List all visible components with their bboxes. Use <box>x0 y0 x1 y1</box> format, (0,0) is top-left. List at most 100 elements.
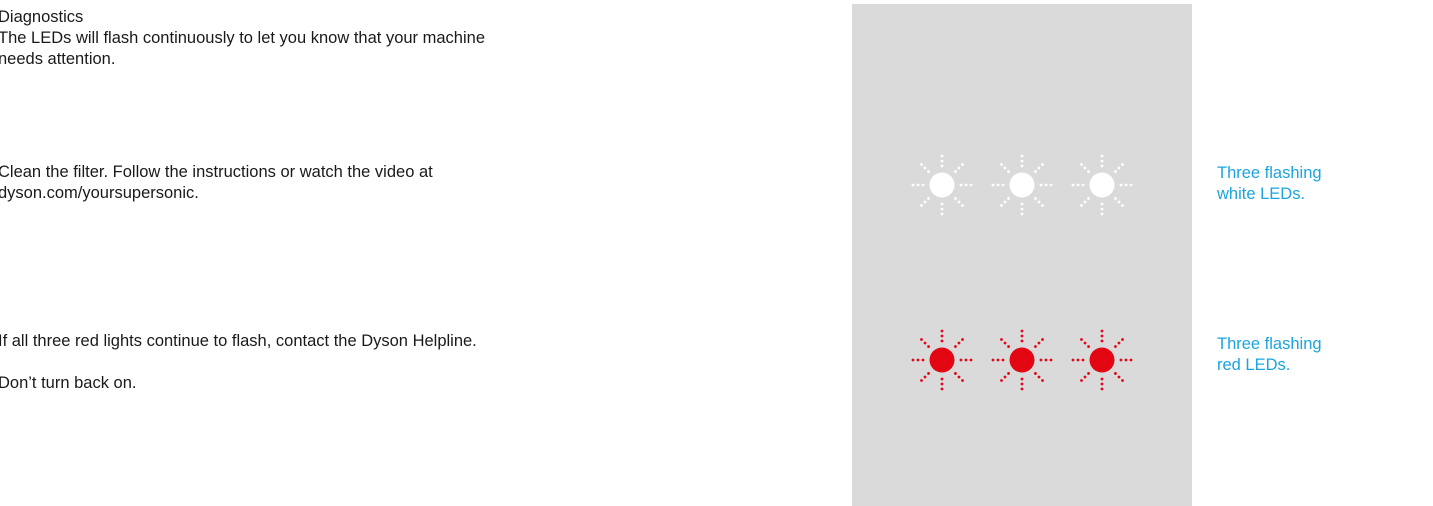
led-ray-dot <box>940 154 944 158</box>
led-ray-dot <box>964 183 968 187</box>
warning-text: Don’t turn back on. <box>0 374 137 392</box>
diagnostics-intro: The LEDs will flash continuously to let … <box>0 29 485 68</box>
led-ray-dot <box>923 200 927 204</box>
led-ray-dot <box>1124 358 1128 362</box>
led-ray-dot <box>1087 345 1090 348</box>
led-3 <box>1071 329 1133 391</box>
led-ray-dot <box>1020 382 1024 386</box>
led-ray-dot <box>1034 197 1037 200</box>
led-ray-dot <box>1041 338 1044 341</box>
led-ray-dot <box>961 338 964 341</box>
led-ray-dot <box>957 341 961 345</box>
led-ray-dot <box>991 358 995 362</box>
led-ray-dot <box>940 207 944 211</box>
led-ray-dot <box>954 345 957 348</box>
red-leds-illustration <box>911 329 1133 391</box>
led-ray-dot <box>1121 379 1124 382</box>
white-leds-illustration <box>911 154 1133 216</box>
led-ray-dot <box>957 375 961 379</box>
led-ray-dot <box>1020 207 1024 211</box>
led-ray-dot <box>1071 183 1075 187</box>
led-ray-dot <box>1001 183 1005 187</box>
led-ray-dot <box>1087 170 1090 173</box>
led-ray-dot <box>959 183 963 187</box>
led-ray-dot <box>1037 375 1041 379</box>
led-ray-dot <box>1100 339 1104 343</box>
led-light <box>1009 172 1035 198</box>
led-ray-dot <box>1100 164 1104 168</box>
led-ray-dot <box>1020 387 1024 391</box>
led-indicator-panel <box>852 4 1192 506</box>
led-ray-dot <box>1100 329 1104 333</box>
led-ray-dot <box>916 358 920 362</box>
led-ray-dot <box>911 358 915 362</box>
led-ray-dot <box>1117 200 1121 204</box>
led-ray-dot <box>957 166 961 170</box>
led-ray-dot <box>1020 377 1024 381</box>
led-ray-dot <box>1020 202 1024 206</box>
led-ray-dot <box>1100 334 1104 338</box>
led-ray-dot <box>920 163 923 166</box>
led-ray-dot <box>961 204 964 207</box>
led-ray-dot <box>1100 382 1104 386</box>
red-led-row <box>910 325 1134 395</box>
led-ray-dot <box>1034 372 1037 375</box>
led-ray-dot <box>1020 159 1024 163</box>
led-ray-dot <box>1114 345 1117 348</box>
led-ray-dot <box>1114 197 1117 200</box>
led-ray-dot <box>1129 183 1133 187</box>
led-ray-dot <box>1007 372 1010 375</box>
led-ray-dot <box>1049 358 1053 362</box>
filter-instruction: Clean the filter. Follow the instruction… <box>0 163 433 202</box>
led-ray-dot <box>1001 358 1005 362</box>
led-ray-dot <box>1037 166 1041 170</box>
led-ray-dot <box>1124 183 1128 187</box>
led-light <box>929 347 955 373</box>
led-ray-dot <box>1037 341 1041 345</box>
led-ray-dot <box>1041 204 1044 207</box>
led-ray-dot <box>1083 341 1087 345</box>
led-ray-dot <box>1080 379 1083 382</box>
led-ray-dot <box>1003 166 1007 170</box>
led-ray-dot <box>1083 166 1087 170</box>
led-ray-dot <box>954 170 957 173</box>
led-3 <box>1071 154 1133 216</box>
led-ray-dot <box>1100 154 1104 158</box>
led-ray-dot <box>1003 200 1007 204</box>
led-light <box>1089 347 1115 373</box>
led-ray-dot <box>911 183 915 187</box>
led-1 <box>911 154 973 216</box>
led-ray-dot <box>1020 339 1024 343</box>
led-ray-dot <box>1020 164 1024 168</box>
led-ray-dot <box>1049 183 1053 187</box>
led-ray-dot <box>1000 379 1003 382</box>
led-ray-dot <box>940 339 944 343</box>
led-ray-dot <box>1117 166 1121 170</box>
led-ray-dot <box>1020 154 1024 158</box>
led-ray-dot <box>1076 358 1080 362</box>
led-ray-dot <box>1117 341 1121 345</box>
led-ray-dot <box>1034 345 1037 348</box>
led-ray-dot <box>1044 183 1048 187</box>
led-ray-dot <box>1114 372 1117 375</box>
led-ray-dot <box>940 334 944 338</box>
led-ray-dot <box>954 197 957 200</box>
led-ray-dot <box>920 338 923 341</box>
led-ray-dot <box>1007 197 1010 200</box>
led-1 <box>911 329 973 391</box>
led-ray-dot <box>1003 375 1007 379</box>
led-ray-dot <box>954 372 957 375</box>
white-led-row <box>910 150 1134 220</box>
led-ray-dot <box>1080 163 1083 166</box>
led-ray-dot <box>1020 212 1024 216</box>
led-ray-dot <box>1100 159 1104 163</box>
led-ray-dot <box>1003 341 1007 345</box>
led-ray-dot <box>916 183 920 187</box>
led-ray-dot <box>1000 163 1003 166</box>
led-ray-dot <box>1081 358 1085 362</box>
led-ray-dot <box>940 387 944 391</box>
led-ray-dot <box>1129 358 1133 362</box>
led-ray-dot <box>940 202 944 206</box>
led-ray-dot <box>1041 163 1044 166</box>
led-ray-dot <box>940 329 944 333</box>
